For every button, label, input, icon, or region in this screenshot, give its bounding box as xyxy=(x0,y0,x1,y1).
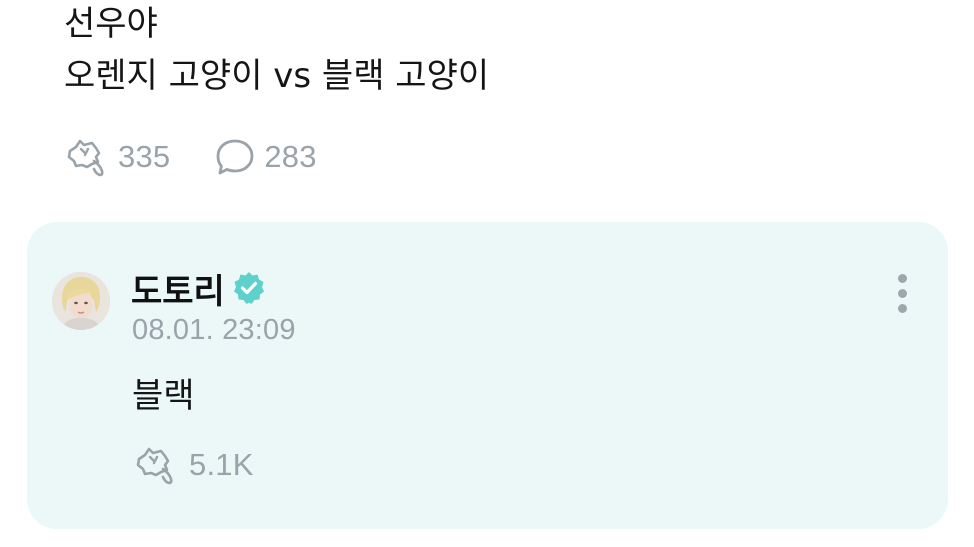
avatar-image xyxy=(52,272,110,330)
comment-card: 도토리 08.01. 23:09 블랙 5.1K xyxy=(27,222,948,529)
comment-timestamp: 08.01. 23:09 xyxy=(132,314,296,346)
like-icon xyxy=(67,139,104,177)
post-stats: 335 283 xyxy=(66,137,361,177)
comment-like-count: 5.1K xyxy=(189,447,254,482)
more-vertical-icon-dot-1 xyxy=(897,274,907,283)
comment-bubble-icon xyxy=(216,139,254,175)
verified-badge-icon xyxy=(233,272,264,304)
post-like-button[interactable]: 335 xyxy=(66,137,170,177)
more-vertical-icon-dot-2 xyxy=(897,289,907,298)
avatar[interactable] xyxy=(52,272,110,330)
comment-author-row: 도토리 xyxy=(131,264,267,313)
comment-stats: 5.1K xyxy=(135,445,298,485)
more-options-button[interactable] xyxy=(889,274,915,320)
post-like-count: 335 xyxy=(118,139,171,174)
comment-text: 블랙 xyxy=(132,376,195,416)
post-line-2: 오렌지 고양이 vs 블랙 고양이 xyxy=(64,56,490,96)
post: 선우야 오렌지 고양이 vs 블랙 고양이 xyxy=(64,0,924,102)
post-comment-count: 283 xyxy=(264,139,317,174)
post-comment-button[interactable]: 283 xyxy=(214,137,316,177)
comment-like-button[interactable]: 5.1K xyxy=(135,445,254,485)
like-icon xyxy=(136,447,173,485)
comment-author-name[interactable]: 도토리 xyxy=(131,264,225,313)
post-line-1: 선우야 xyxy=(64,4,158,44)
more-vertical-icon-dot-3 xyxy=(897,304,907,313)
